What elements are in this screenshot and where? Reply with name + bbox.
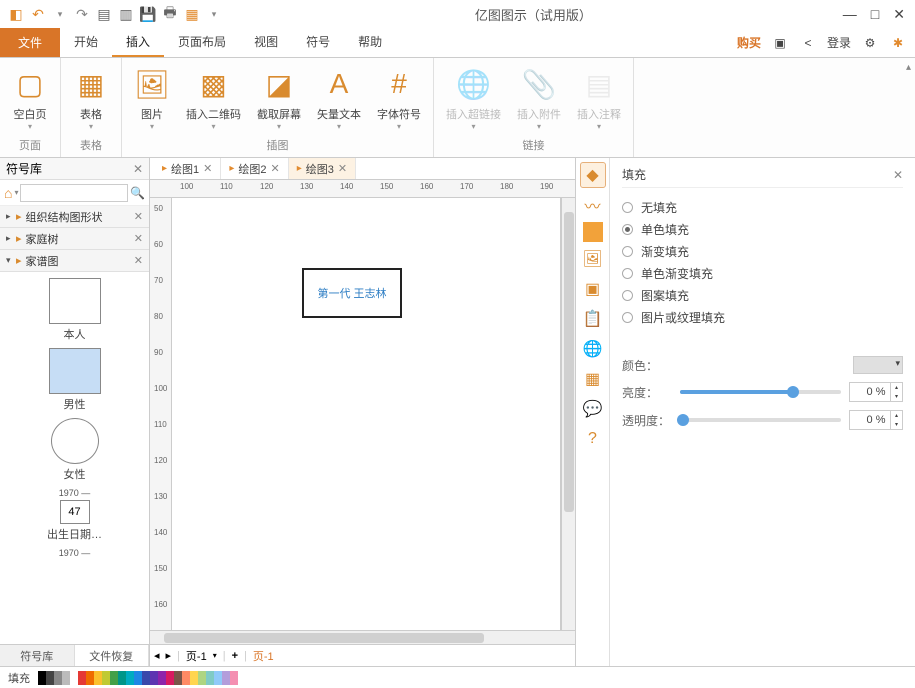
- ribbon-collapse-icon[interactable]: ▴: [906, 62, 911, 73]
- fill-panel-title: 填充: [622, 166, 646, 183]
- symbol-category-家庭树[interactable]: ▸▸家庭树✕: [0, 228, 149, 250]
- opacity-slider[interactable]: [680, 418, 841, 422]
- fill-option-5[interactable]: 图片或纹理填充: [622, 306, 903, 328]
- cloud-icon[interactable]: ▣: [771, 34, 789, 52]
- ribbon-图片[interactable]: 🖼图片▾: [128, 62, 176, 137]
- ribbon-插入二维码[interactable]: ▩插入二维码▾: [180, 62, 247, 137]
- clipboard-tool-icon[interactable]: 📋: [580, 306, 606, 332]
- save-icon[interactable]: 💾: [138, 4, 158, 24]
- left-tab-符号库[interactable]: 符号库: [0, 645, 75, 666]
- statusbar-fill-label: 填充: [0, 670, 38, 686]
- left-tab-文件恢复[interactable]: 文件恢复: [75, 645, 150, 666]
- shape-本人[interactable]: 本人: [8, 278, 141, 342]
- fill-option-2[interactable]: 渐变填充: [622, 240, 903, 262]
- dropdown-icon[interactable]: ▾: [204, 4, 224, 24]
- shape-女性[interactable]: 女性: [8, 418, 141, 482]
- globe-tool-icon[interactable]: 🌐: [580, 336, 606, 362]
- ribbon-空白页[interactable]: ▢空白页▾: [6, 62, 54, 137]
- drawing-canvas[interactable]: 第一代 王志林: [172, 198, 561, 630]
- symbol-lib-title: 符号库: [6, 160, 42, 177]
- open-icon[interactable]: ▥: [116, 4, 136, 24]
- ribbon-截取屏幕[interactable]: ◪截取屏幕▾: [251, 62, 307, 137]
- logo-icon: ✱: [889, 34, 907, 52]
- print-icon[interactable]: 🖶: [160, 4, 180, 24]
- line-tool-icon[interactable]: 〰: [580, 192, 606, 218]
- shape-[interactable]: 1970 —: [8, 548, 141, 558]
- menu-符号[interactable]: 符号: [292, 28, 344, 57]
- dropdown-icon[interactable]: ▾: [50, 4, 70, 24]
- fill-option-0[interactable]: 无填充: [622, 196, 903, 218]
- menu-页面布局[interactable]: 页面布局: [164, 28, 240, 57]
- symbol-category-组织结构图形状[interactable]: ▸▸组织结构图形状✕: [0, 206, 149, 228]
- color-palette[interactable]: [38, 671, 238, 685]
- app-icon: ◧: [6, 4, 26, 24]
- shape-出生日期…[interactable]: 1970 —47出生日期…: [8, 488, 141, 542]
- canvas-shape-node[interactable]: 第一代 王志林: [302, 268, 402, 318]
- new-icon[interactable]: ▤: [94, 4, 114, 24]
- page-selector[interactable]: 页-1: [186, 648, 207, 664]
- window-close[interactable]: ✕: [893, 6, 905, 23]
- close-icon[interactable]: ✕: [893, 168, 903, 182]
- login-link[interactable]: 登录: [827, 34, 851, 51]
- fill-tool-icon[interactable]: ◆: [580, 162, 606, 188]
- dropdown-icon[interactable]: ▾: [14, 188, 18, 197]
- menu-视图[interactable]: 视图: [240, 28, 292, 57]
- dropdown-icon[interactable]: ▾: [213, 651, 217, 660]
- gear-icon[interactable]: ⚙: [861, 34, 879, 52]
- page-nav-next[interactable]: ▸: [166, 649, 172, 662]
- ribbon-插入超链接: 🌐插入超链接▾: [440, 62, 507, 137]
- menu-帮助[interactable]: 帮助: [344, 28, 396, 57]
- horizontal-scrollbar[interactable]: [150, 630, 575, 644]
- search-icon[interactable]: 🔍: [130, 186, 145, 200]
- fill-option-4[interactable]: 图案填充: [622, 284, 903, 306]
- buy-link[interactable]: 购买: [737, 34, 761, 51]
- file-menu[interactable]: 文件: [0, 28, 60, 57]
- opacity-value[interactable]: 0 % ▴▾: [849, 410, 903, 430]
- help-tool-icon[interactable]: ?: [580, 426, 606, 452]
- export-icon[interactable]: ▦: [182, 4, 202, 24]
- ribbon-矢量文本[interactable]: A矢量文本▾: [311, 62, 367, 137]
- canvas-shape-text: 第一代 王志林: [317, 285, 386, 301]
- menu-开始[interactable]: 开始: [60, 28, 112, 57]
- undo-icon[interactable]: ↶: [28, 4, 48, 24]
- brightness-slider[interactable]: [680, 390, 841, 394]
- vertical-scrollbar[interactable]: [561, 198, 575, 630]
- fill-option-3[interactable]: 单色渐变填充: [622, 262, 903, 284]
- grid-tool-icon[interactable]: ▦: [580, 366, 606, 392]
- symbol-search-input[interactable]: [20, 184, 128, 202]
- page-tab-active[interactable]: 页-1: [253, 648, 274, 664]
- window-minimize[interactable]: —: [843, 6, 857, 23]
- brightness-value[interactable]: 0 % ▴▾: [849, 382, 903, 402]
- home-icon[interactable]: ⌂: [4, 185, 12, 201]
- ribbon-表格[interactable]: ▦表格▾: [67, 62, 115, 137]
- app-title: 亿图图示（试用版）: [475, 5, 592, 24]
- comment-tool-icon[interactable]: 💬: [580, 396, 606, 422]
- menu-插入[interactable]: 插入: [112, 28, 164, 57]
- fill-option-1[interactable]: 单色填充: [622, 218, 903, 240]
- page-nav-prev[interactable]: ◂: [154, 649, 160, 662]
- ribbon-插入注释: ▤插入注释▾: [571, 62, 627, 137]
- symbol-category-家谱图[interactable]: ▾▸家谱图✕: [0, 250, 149, 272]
- ribbon-插入附件: 📎插入附件▾: [511, 62, 567, 137]
- layer-tool-icon[interactable]: ▣: [580, 276, 606, 302]
- color-picker[interactable]: ▾: [853, 356, 903, 374]
- brightness-label: 亮度：: [622, 384, 672, 401]
- color-swatch-icon[interactable]: [583, 222, 603, 242]
- doc-tab-绘图3[interactable]: ▸绘图3✕: [289, 158, 356, 179]
- opacity-label: 透明度：: [622, 412, 672, 429]
- doc-tab-绘图2[interactable]: ▸绘图2✕: [221, 158, 288, 179]
- window-maximize[interactable]: □: [871, 6, 879, 23]
- shape-男性[interactable]: 男性: [8, 348, 141, 412]
- color-label: 颜色：: [622, 357, 672, 374]
- close-icon[interactable]: ✕: [133, 162, 143, 176]
- ribbon-字体符号[interactable]: #字体符号▾: [371, 62, 427, 137]
- share-icon[interactable]: <: [799, 34, 817, 52]
- add-page[interactable]: +: [232, 650, 238, 662]
- redo-icon[interactable]: ↷: [72, 4, 92, 24]
- doc-tab-绘图1[interactable]: ▸绘图1✕: [154, 158, 221, 179]
- image-tool-icon[interactable]: 🖼: [580, 246, 606, 272]
